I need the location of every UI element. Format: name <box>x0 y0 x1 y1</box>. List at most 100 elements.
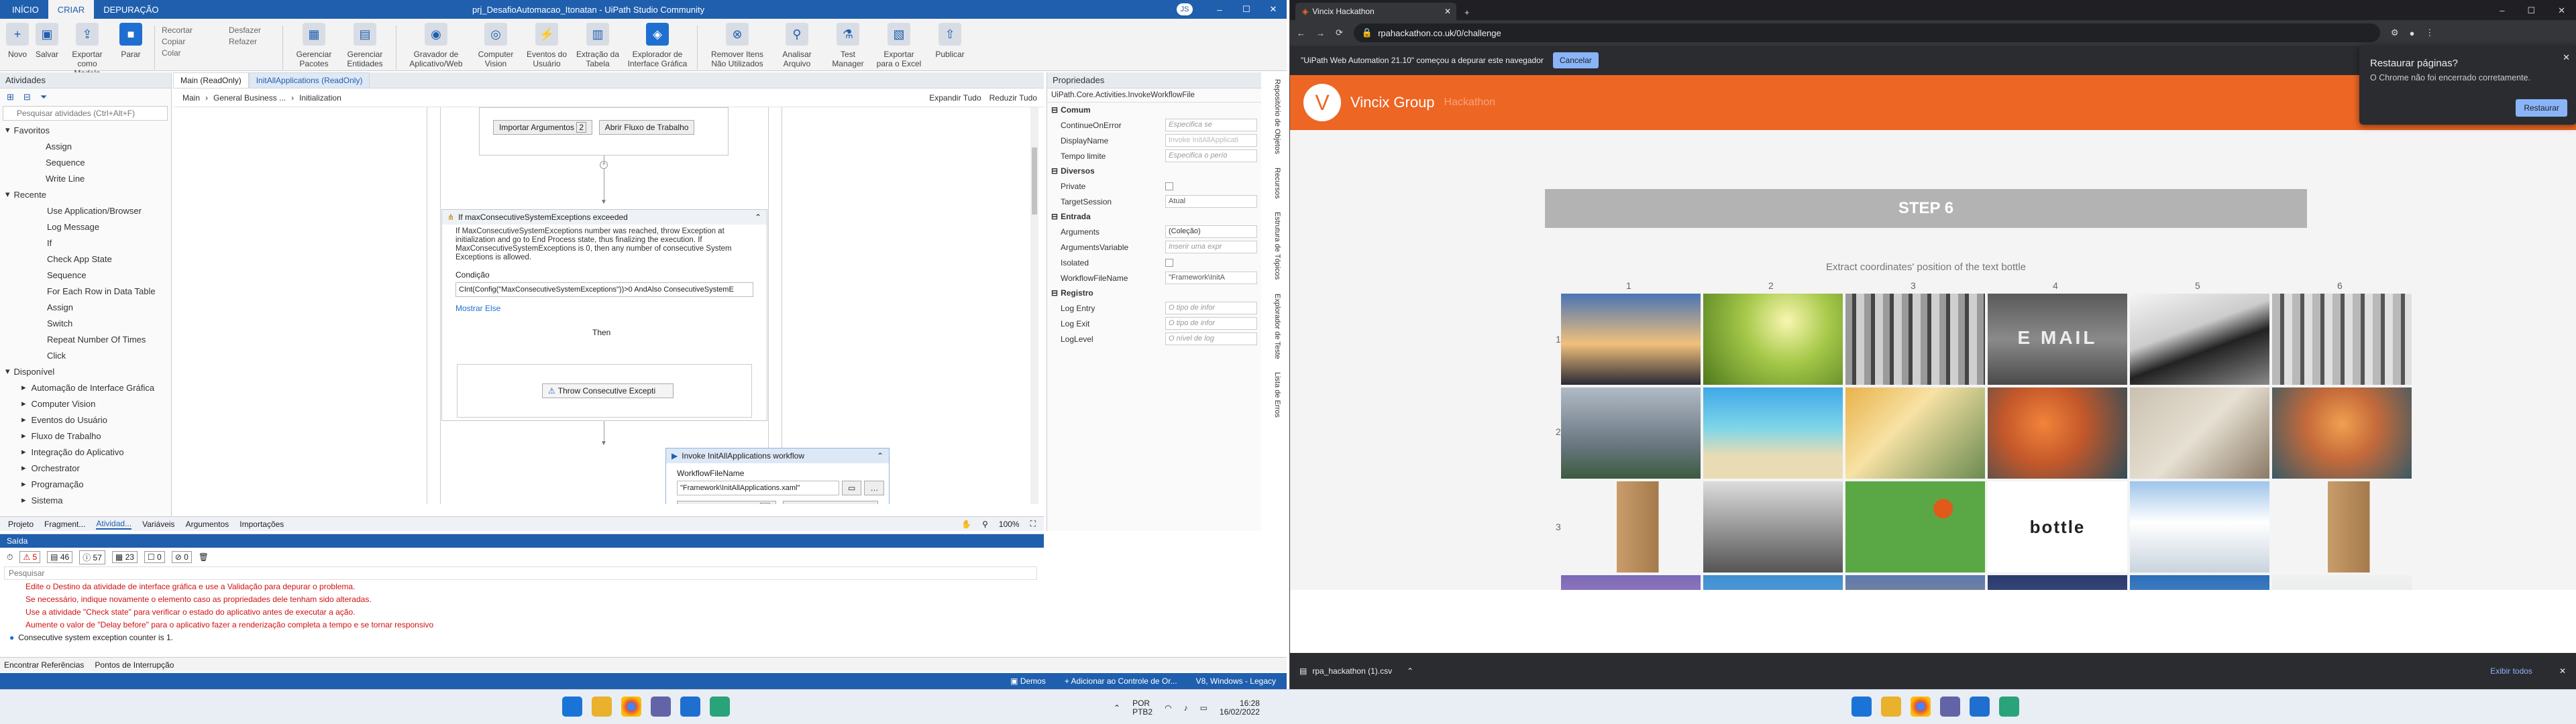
pan-icon[interactable]: ✋ <box>961 520 971 529</box>
maximize-icon[interactable]: ☐ <box>2527 5 2535 16</box>
filter-icon[interactable]: ⏷ <box>40 92 47 103</box>
menu-icon[interactable]: ⋮ <box>2425 27 2434 38</box>
grid-image[interactable] <box>1561 387 1701 479</box>
grid-image[interactable] <box>2130 387 2269 479</box>
display-name-input[interactable]: Invoke InitAllApplicati <box>1165 134 1257 147</box>
private-checkbox[interactable] <box>1165 182 1173 190</box>
recorder-button[interactable]: ◉ Gravador de Aplicativo/Web <box>403 23 469 68</box>
trace-filter[interactable]: ▦ 23 <box>111 551 138 563</box>
tree-item[interactable]: Sequence <box>5 154 171 170</box>
wifi-icon[interactable]: ◠ <box>1165 703 1171 713</box>
tree-group-recent[interactable]: ▾ Recente <box>5 186 171 202</box>
import-arguments-button[interactable]: Importar Argumentos 2 <box>493 120 593 135</box>
grid-image[interactable] <box>1561 481 1701 572</box>
timeout-input[interactable]: Especifica o perío <box>1165 149 1257 162</box>
minimize-icon[interactable]: – <box>2500 5 2504 16</box>
collapse-chevron-icon[interactable]: ⌃ <box>755 213 761 222</box>
fatal-filter[interactable]: ⊘ 0 <box>171 551 192 563</box>
status-project[interactable]: ▣ Demos <box>1010 676 1046 686</box>
tree-item[interactable]: Assign <box>5 299 171 315</box>
export-template-button[interactable]: ⇪Exportar como Modelo <box>63 23 111 78</box>
table-extraction-button[interactable]: ▥ Extração da Tabela <box>574 23 622 68</box>
breakpoints-tab[interactable]: Pontos de Interrupção <box>95 660 174 670</box>
collapse-icon[interactable]: ⊟ <box>23 92 31 103</box>
start-icon[interactable] <box>1851 697 1872 717</box>
tree-item[interactable]: ▸ Integração do Aplicativo <box>5 444 171 460</box>
save-button[interactable]: ▣ Salvar <box>34 23 60 59</box>
cut-button[interactable]: Recortar <box>162 25 226 35</box>
section-misc[interactable]: ⊟ Diversos <box>1047 164 1261 178</box>
output-search-input[interactable] <box>4 566 1037 580</box>
copy-button[interactable]: Copiar <box>162 37 226 46</box>
grid-image[interactable] <box>2130 575 2269 590</box>
clock-icon[interactable]: ⏱ <box>7 552 13 562</box>
breadcrumb-item[interactable]: General Business ... <box>213 93 286 103</box>
log-level-select[interactable]: O nível de log <box>1165 333 1257 345</box>
tree-item[interactable]: For Each Row in Data Table <box>5 283 171 299</box>
computer-vision-button[interactable]: ◎ Computer Vision <box>472 23 520 68</box>
grid-image[interactable] <box>1988 575 2127 590</box>
warning-filter[interactable]: ▤ 46 <box>47 551 73 563</box>
teams-icon[interactable] <box>651 697 671 717</box>
ribbon-tab-inicio[interactable]: INÍCIO <box>3 0 48 19</box>
stop-button[interactable]: ■ Parar <box>114 23 148 59</box>
grid-image[interactable] <box>1703 575 1843 590</box>
browser-tab[interactable]: ◈ Vincix Hackathon ✕ <box>1295 3 1456 20</box>
tree-item[interactable]: ▸ Computer Vision <box>5 396 171 412</box>
condition-input[interactable]: CInt(Config("MaxConsecutiveSystemExcepti… <box>455 282 753 297</box>
tab-object-repository[interactable]: Repositório de Objetos <box>1264 79 1281 154</box>
grid-image[interactable] <box>1845 387 1985 479</box>
throw-activity[interactable]: ⚠ Throw Consecutive Excepti <box>542 383 674 398</box>
tab-variables[interactable]: Variáveis <box>142 520 174 529</box>
tab-test-explorer[interactable]: Explorador de Teste <box>1264 294 1281 359</box>
ui-explorer-button[interactable]: ◈ Explorador de Interface Gráfica <box>625 23 690 68</box>
ribbon-tab-depuracao[interactable]: DEPURAÇÃO <box>94 0 168 19</box>
breadcrumb-item[interactable]: Main <box>182 93 200 103</box>
cancel-debug-button[interactable]: Cancelar <box>1552 52 1599 68</box>
collapse-chevron-icon[interactable]: ⌃ <box>877 451 883 461</box>
publish-button[interactable]: ⇧ Publicar <box>926 23 974 59</box>
open-workflow-button[interactable]: Abrir Fluxo de Trabalho <box>782 501 879 504</box>
tree-item[interactable]: Use Application/Browser <box>5 202 171 219</box>
section-log[interactable]: ⊟ Registro <box>1047 286 1261 300</box>
add-activity-plus[interactable]: + <box>600 161 608 169</box>
minimize-icon[interactable]: – <box>1206 5 1233 15</box>
app-icon[interactable] <box>1999 697 2019 717</box>
chrome-icon[interactable] <box>1911 697 1931 717</box>
workflow-file-property-input[interactable]: "Framework\InitA <box>1165 272 1257 284</box>
grid-image[interactable] <box>1845 294 1985 385</box>
reload-icon[interactable]: ⟳ <box>1336 27 1343 38</box>
tree-item[interactable]: Click <box>5 347 171 363</box>
grid-image[interactable] <box>1561 294 1701 385</box>
log-exit-select[interactable]: O tipo de infor <box>1165 317 1257 330</box>
ribbon-tab-criar[interactable]: CRIAR <box>48 0 95 19</box>
manage-entities-button[interactable]: ▤ Gerenciar Entidades <box>341 23 389 68</box>
battery-icon[interactable]: ▭ <box>1200 703 1208 713</box>
new-tab-icon[interactable]: + <box>1464 7 1470 17</box>
close-popup-icon[interactable]: ✕ <box>2563 52 2570 63</box>
file-explorer-icon[interactable] <box>1881 697 1901 717</box>
invoke-activity[interactable]: ▶ Invoke InitAllApplications workflow ⌃ … <box>665 448 890 504</box>
tree-item[interactable]: Repeat Number Of Times <box>5 331 171 347</box>
grid-image[interactable] <box>1845 481 1985 572</box>
tab-error-list[interactable]: Lista de Erros <box>1264 372 1281 418</box>
tree-group-favorites[interactable]: ▾ Favoritos <box>5 122 171 138</box>
tab-fragments[interactable]: Fragment... <box>44 520 85 529</box>
uipath-icon[interactable] <box>680 697 700 717</box>
export-excel-button[interactable]: ▧ Exportar para o Excel <box>875 23 923 68</box>
tray-chevron-icon[interactable]: ⌃ <box>1114 703 1120 713</box>
grid-image-bottle-text[interactable]: bottle <box>1988 481 2127 572</box>
profile-icon[interactable]: ● <box>2410 28 2415 38</box>
arguments-input[interactable]: (Coleção) <box>1165 225 1257 238</box>
user-avatar[interactable]: JS <box>1177 3 1193 15</box>
browse-folder-icon[interactable]: ▭ <box>842 481 862 495</box>
tab-resources[interactable]: Recursos <box>1264 168 1281 198</box>
log-entry-select[interactable]: O tipo de infor <box>1165 302 1257 314</box>
tree-item[interactable]: Assign <box>5 138 171 154</box>
import-arguments-button[interactable]: Importar Argumentos 1 <box>677 501 777 504</box>
error-filter[interactable]: ⚠ 5 <box>19 551 41 563</box>
download-file[interactable]: rpa_hackathon (1).csv <box>1312 666 1392 676</box>
continue-on-error-input[interactable]: Especifica se <box>1165 119 1257 131</box>
redo-button[interactable]: Refazer <box>229 37 276 46</box>
grid-image[interactable] <box>1703 294 1843 385</box>
